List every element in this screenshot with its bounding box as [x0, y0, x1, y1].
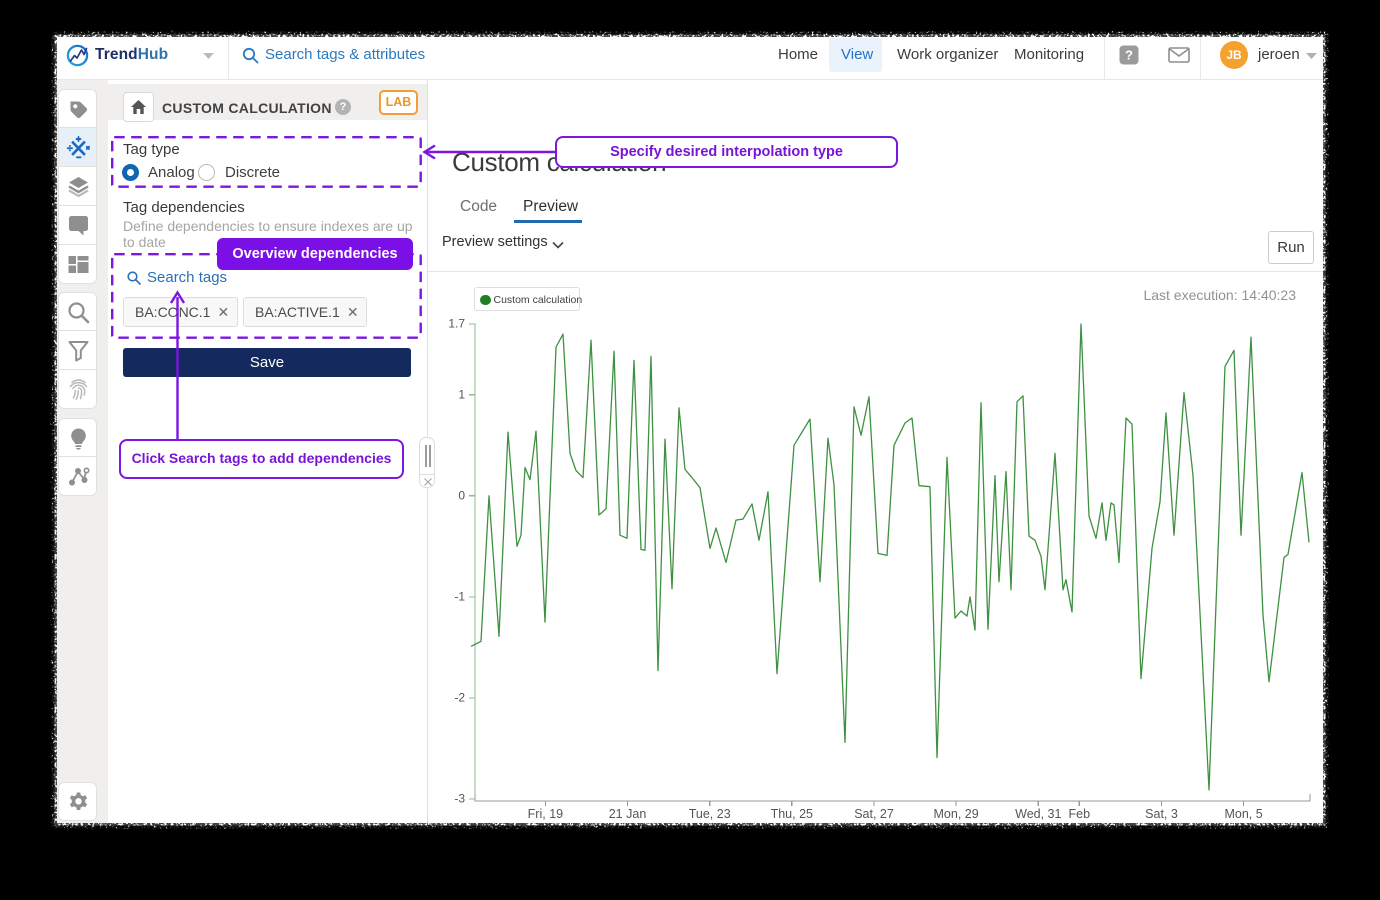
svg-text:21 Jan: 21 Jan	[609, 807, 647, 821]
svg-text:Tue, 23: Tue, 23	[689, 807, 731, 821]
svg-text:1: 1	[458, 387, 465, 401]
svg-text:0: 0	[458, 489, 465, 503]
svg-text:Fri, 19: Fri, 19	[528, 807, 563, 821]
svg-text:Sat, 27: Sat, 27	[854, 807, 894, 821]
svg-text:-3: -3	[454, 792, 465, 806]
svg-text:-1: -1	[454, 590, 465, 604]
svg-text:Feb: Feb	[1069, 807, 1091, 821]
svg-text:-2: -2	[454, 691, 465, 705]
svg-text:Mon, 29: Mon, 29	[934, 807, 979, 821]
svg-text:Wed, 31: Wed, 31	[1015, 807, 1061, 821]
svg-text:Mon, 5: Mon, 5	[1224, 807, 1262, 821]
svg-text:1.7: 1.7	[448, 317, 465, 331]
svg-text:Thu, 25: Thu, 25	[771, 807, 813, 821]
svg-text:Sat, 3: Sat, 3	[1145, 807, 1178, 821]
